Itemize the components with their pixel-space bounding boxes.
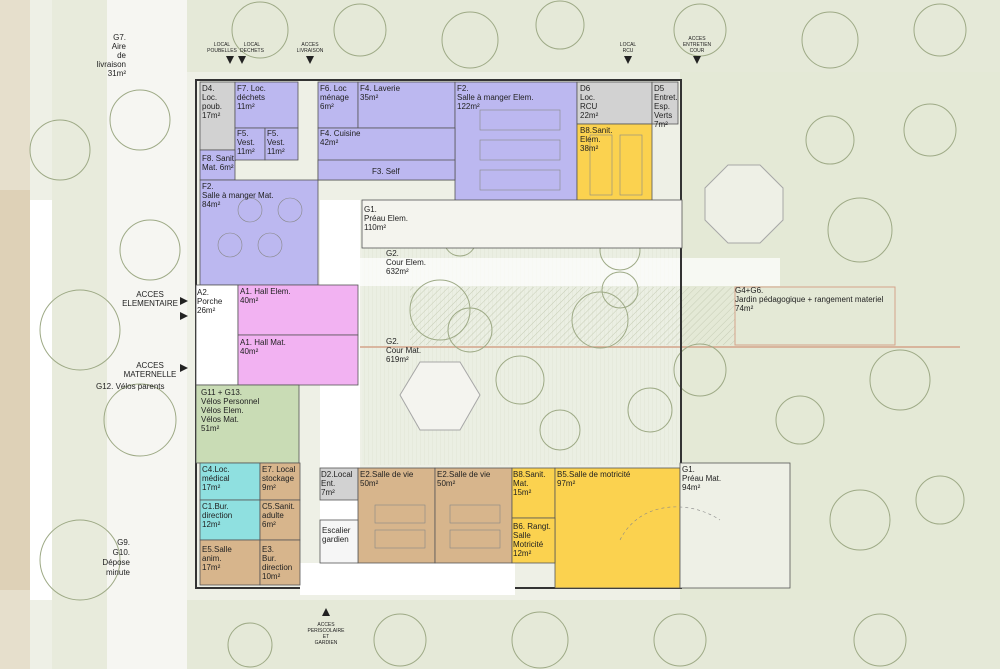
left-path (0, 190, 30, 590)
label-f8: F8. Sanit. Mat. 6m² (202, 154, 236, 172)
play-structure-elem (704, 164, 784, 244)
label-escalier: Escalier gardien (322, 526, 351, 544)
south-landscape (187, 600, 1000, 669)
label-f3: F3. Self (372, 167, 400, 176)
label-g12: G12. Vélos parents (96, 382, 164, 391)
south-corridor (300, 563, 515, 595)
room-g1-elem (361, 199, 683, 249)
sidewalk (30, 200, 52, 600)
floor-plan: D4. Loc. poub. 17m² F7. Loc. déchets 11m² F6.… (0, 0, 1000, 669)
street-verge (52, 0, 107, 669)
